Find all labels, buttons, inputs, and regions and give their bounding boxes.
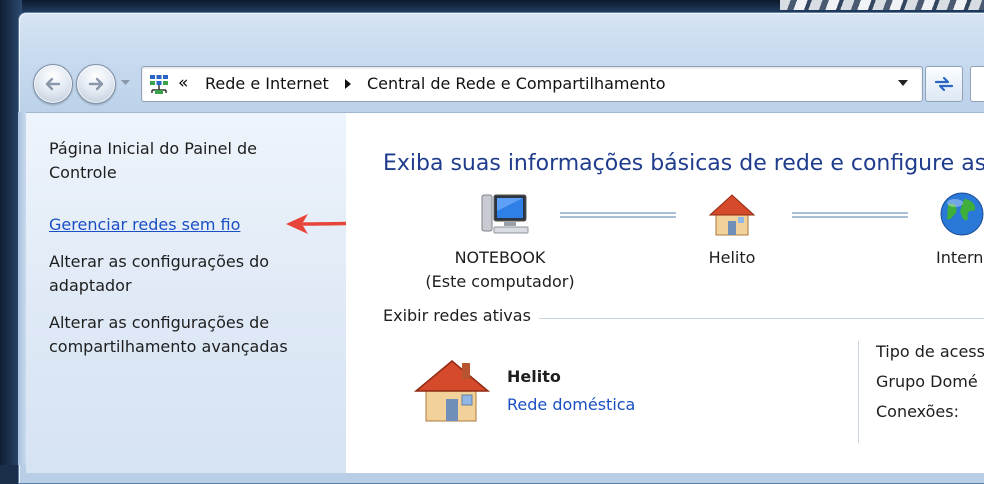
forward-arrow-icon [88,77,104,91]
main-content: Exiba suas informações básicas de rede e… [346,112,984,473]
computer-subtitle: (Este computador) [425,272,575,291]
search-input[interactable] [970,66,984,102]
active-networks-heading: Exibir redes ativas [383,306,539,325]
breadcrumb-separator-icon[interactable] [345,79,351,89]
connection-line-1 [560,212,676,218]
computer-icon[interactable] [476,191,530,237]
internet-node-label[interactable]: Intern [936,246,984,270]
forward-button[interactable] [76,64,116,104]
computer-name[interactable]: NOTEBOOK [420,246,580,270]
internet-globe-icon[interactable] [938,191,984,237]
change-sharing-settings-link[interactable]: Alterar as configurações de compartilham… [49,311,309,359]
network-type-link[interactable]: Rede doméstica [507,395,635,414]
desktop-wallpaper-stripes [780,0,984,10]
chevron-down-icon [120,80,130,85]
access-type-label: Tipo de acess [876,342,984,361]
network-name-node[interactable]: Helito [672,246,792,270]
back-arrow-icon [45,77,61,91]
homegroup-label: Grupo Domé [876,372,978,391]
vertical-divider [858,341,859,443]
connections-label: Conexões: [876,402,959,421]
breadcrumb-overflow-icon[interactable]: « [178,73,188,93]
breadcrumb-central-de-rede[interactable]: Central de Rede e Compartilhamento [367,74,666,93]
page-title: Exiba suas informações básicas de rede e… [383,151,984,176]
active-network-name: Helito [507,367,561,386]
control-panel-home-link[interactable]: Página Inicial do Painel de Controle [49,137,309,185]
recent-pages-dropdown[interactable] [120,78,130,88]
refresh-button[interactable] [925,66,963,102]
home-network-icon[interactable] [706,191,758,237]
connection-line-2 [792,212,908,218]
home-network-large-icon [413,360,491,422]
manage-wireless-networks-link[interactable]: Gerenciar redes sem fio [49,213,309,237]
change-adapter-settings-link[interactable]: Alterar as configurações do adaptador [49,250,309,298]
window-frame-border [18,112,26,465]
back-button[interactable] [33,64,73,104]
network-center-icon [150,75,168,94]
address-dropdown-icon[interactable] [898,80,908,86]
breadcrumb-rede-e-internet[interactable]: Rede e Internet [205,74,329,93]
refresh-icon [934,76,954,92]
address-bar[interactable]: « Rede e Internet Central de Rede e Comp… [141,66,923,102]
